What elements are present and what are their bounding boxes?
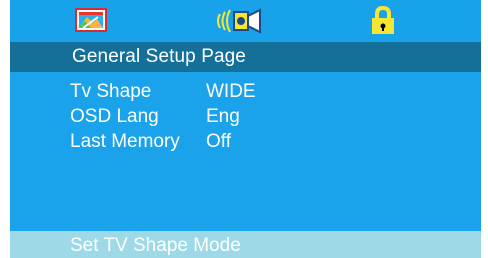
page-title-bar: General Setup Page — [10, 42, 481, 72]
osd-lang-value[interactable]: Eng — [206, 105, 240, 129]
menu-item-last-memory[interactable]: Last Memory Off — [10, 130, 481, 154]
setup-screen: General Setup Page Tv Shape WIDE OSD Lan… — [10, 0, 481, 258]
setup-tab-bar — [10, 0, 481, 42]
tab-audio-setup[interactable] — [212, 6, 264, 36]
lock-icon — [372, 5, 394, 34]
tab-preference-setup[interactable] — [367, 5, 399, 36]
status-text: Set TV Shape Mode — [70, 235, 241, 256]
menu-item-osd-lang[interactable]: OSD Lang Eng — [10, 105, 481, 129]
last-memory-label: Last Memory — [70, 131, 180, 152]
general-setup-icon — [75, 8, 107, 32]
last-memory-value[interactable]: Off — [206, 130, 231, 154]
page-title: General Setup Page — [72, 46, 246, 67]
osd-lang-label: OSD Lang — [70, 106, 159, 127]
status-bar: Set TV Shape Mode — [10, 231, 481, 258]
tab-general-setup[interactable] — [74, 6, 108, 36]
audio-speaker-icon — [217, 8, 261, 34]
tv-shape-value[interactable]: WIDE — [206, 80, 256, 104]
tv-shape-label: Tv Shape — [70, 81, 152, 102]
menu-item-tv-shape[interactable]: Tv Shape WIDE — [10, 80, 481, 104]
